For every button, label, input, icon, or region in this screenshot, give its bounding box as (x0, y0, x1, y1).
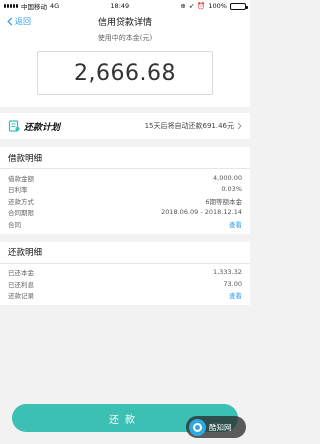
view-contract-link[interactable]: 查看 (229, 219, 242, 229)
contract-row: 合同 查看 (8, 218, 242, 230)
repay-method-row: 还款方式 6期等额本金 (8, 195, 242, 207)
contract-term-row: 合同期限 2018.06.09 - 2018.12.14 (8, 207, 242, 219)
principal-amount: 2,666.68 (37, 51, 213, 95)
loan-amount-row: 借款金额 4,000.00 (8, 172, 242, 184)
battery-percent: 100% (208, 2, 227, 10)
loan-detail-title: 借款明细 (0, 147, 250, 169)
repay-detail-title: 还款明细 (0, 242, 250, 264)
status-bar: 中国移动 4G 18:49 ⊕ ➶ ⏰ 100% (0, 0, 250, 12)
carrier-label: 中国移动 (21, 3, 47, 11)
row-label: 合同期限 (8, 209, 34, 218)
back-label: 返回 (15, 16, 31, 26)
watermark-logo-icon (189, 418, 206, 436)
clock: 18:49 (110, 2, 130, 10)
repayment-plan-title: 还款计划 (24, 122, 61, 133)
row-label: 合同 (8, 220, 21, 229)
principal-label: 使用中的本金(元) (97, 34, 153, 42)
row-label: 还款记录 (8, 292, 34, 301)
document-icon (8, 120, 20, 132)
network-label: 4G (50, 2, 60, 10)
row-label: 还款方式 (8, 197, 34, 206)
repaid-interest-row: 已还利息 73.00 (8, 278, 242, 290)
repay-detail-section: 还款明细 已还本金 1,333.32 已还利息 73.00 还款记录 查看 (0, 241, 250, 305)
view-records-link[interactable]: 查看 (229, 290, 242, 300)
daily-rate-row: 日利率 0.03% (8, 184, 242, 196)
row-value: 4,000.00 (213, 173, 242, 182)
row-label: 已还利息 (8, 280, 34, 289)
watermark: 酷知网 (186, 416, 246, 438)
watermark-text: 酷知网 (209, 422, 232, 432)
row-label: 已还本金 (8, 269, 34, 278)
repay-record-row: 还款记录 查看 (8, 290, 242, 302)
page-title: 信用贷款详情 (97, 17, 152, 28)
repaid-principal-row: 已还本金 1,333.32 (8, 267, 242, 279)
chevron-right-icon (237, 122, 242, 130)
repayment-plan-row[interactable]: 还款计划 15天后将自动还款691.46元 (0, 113, 250, 139)
principal-summary: 使用中的本金(元) 2,666.68 (0, 30, 250, 107)
row-value: 1,333.32 (213, 268, 242, 277)
bottom-bar: 还款 酷知网 (0, 392, 250, 444)
row-value: 73.00 (223, 279, 242, 288)
battery-icon (229, 2, 248, 10)
row-value: 6期等额本金 (205, 197, 242, 206)
signal-icon (4, 4, 18, 8)
chevron-left-icon (7, 16, 13, 26)
nav-bar: 返回 信用贷款详情 (0, 12, 250, 30)
back-button[interactable]: 返回 (6, 12, 31, 30)
lock-icon: ⊕ (180, 2, 186, 10)
alarm-icon: ⏰ (197, 2, 206, 10)
row-label: 借款金额 (8, 174, 34, 183)
loan-detail-section: 借款明细 借款金额 4,000.00 日利率 0.03% 还款方式 6期等额本金… (0, 147, 250, 234)
location-icon: ➶ (188, 2, 195, 10)
auto-repay-text: 15天后将自动还款691.46元 (144, 122, 234, 130)
row-value: 2018.06.09 - 2018.12.14 (161, 208, 242, 217)
row-label: 日利率 (8, 186, 28, 195)
row-value: 0.03% (221, 185, 242, 194)
